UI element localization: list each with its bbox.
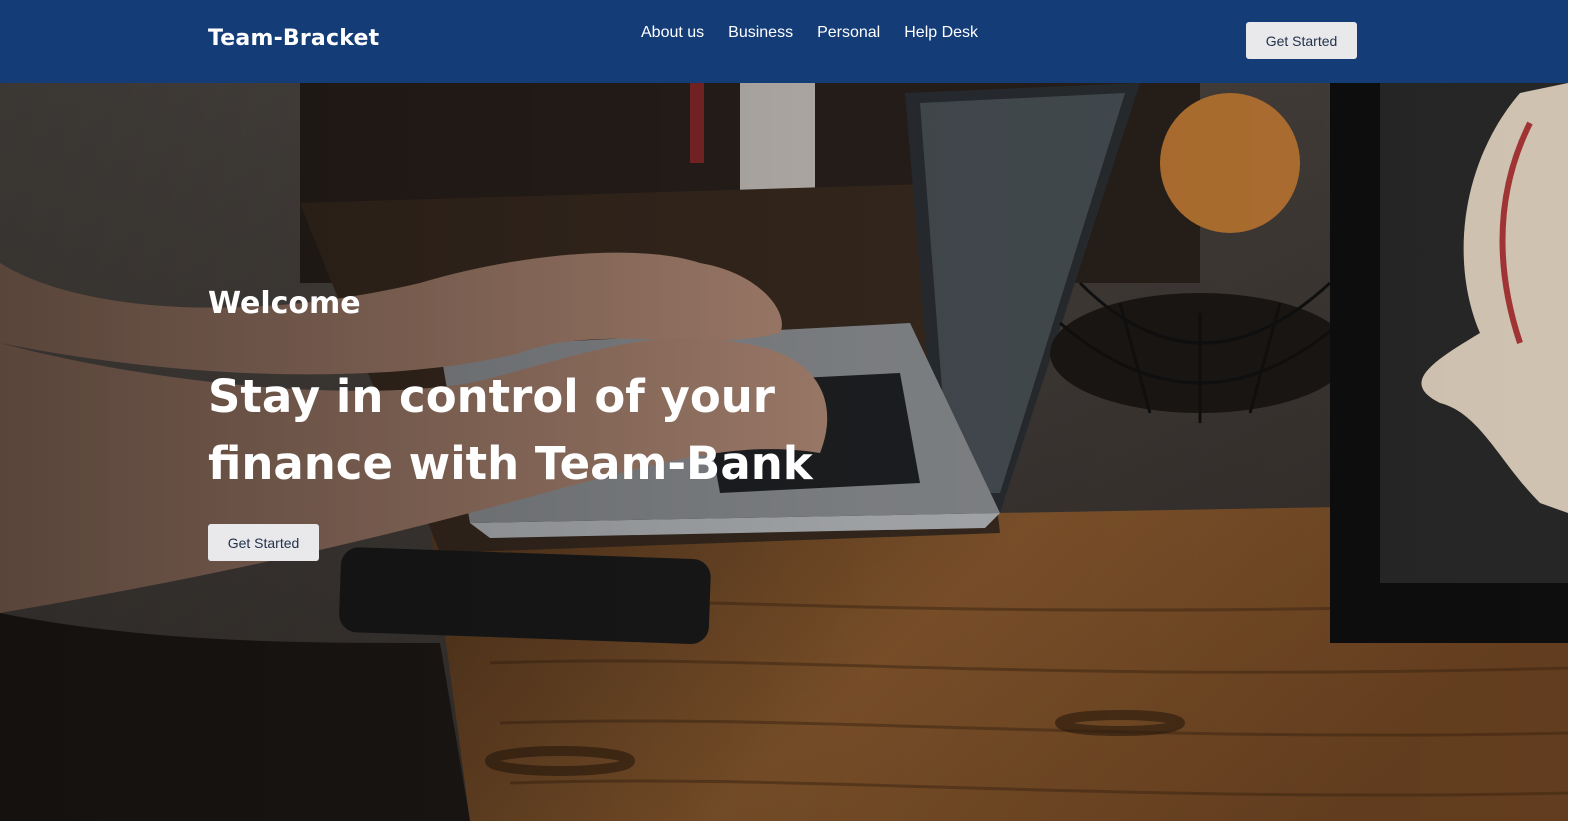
brand-logo[interactable]: Team-Bracket <box>208 26 379 51</box>
hero-get-started-button[interactable]: Get Started <box>208 524 319 561</box>
nav-menu: About us Business Personal Help Desk <box>641 24 1002 42</box>
nav-link-help-desk[interactable]: Help Desk <box>904 24 978 42</box>
nav-link-personal[interactable]: Personal <box>817 24 880 42</box>
welcome-heading: Welcome <box>208 286 361 321</box>
header-get-started-button[interactable]: Get Started <box>1246 22 1357 59</box>
landing-page: Team-Bracket About us Business Personal … <box>0 0 1568 821</box>
nav-link-about-us[interactable]: About us <box>641 24 704 42</box>
nav-link-business[interactable]: Business <box>728 24 793 42</box>
hero-section: Welcome Stay in control of your finance … <box>0 83 1568 821</box>
hero-headline: Stay in control of your finance with Tea… <box>208 370 813 490</box>
navbar: Team-Bracket About us Business Personal … <box>0 0 1568 83</box>
